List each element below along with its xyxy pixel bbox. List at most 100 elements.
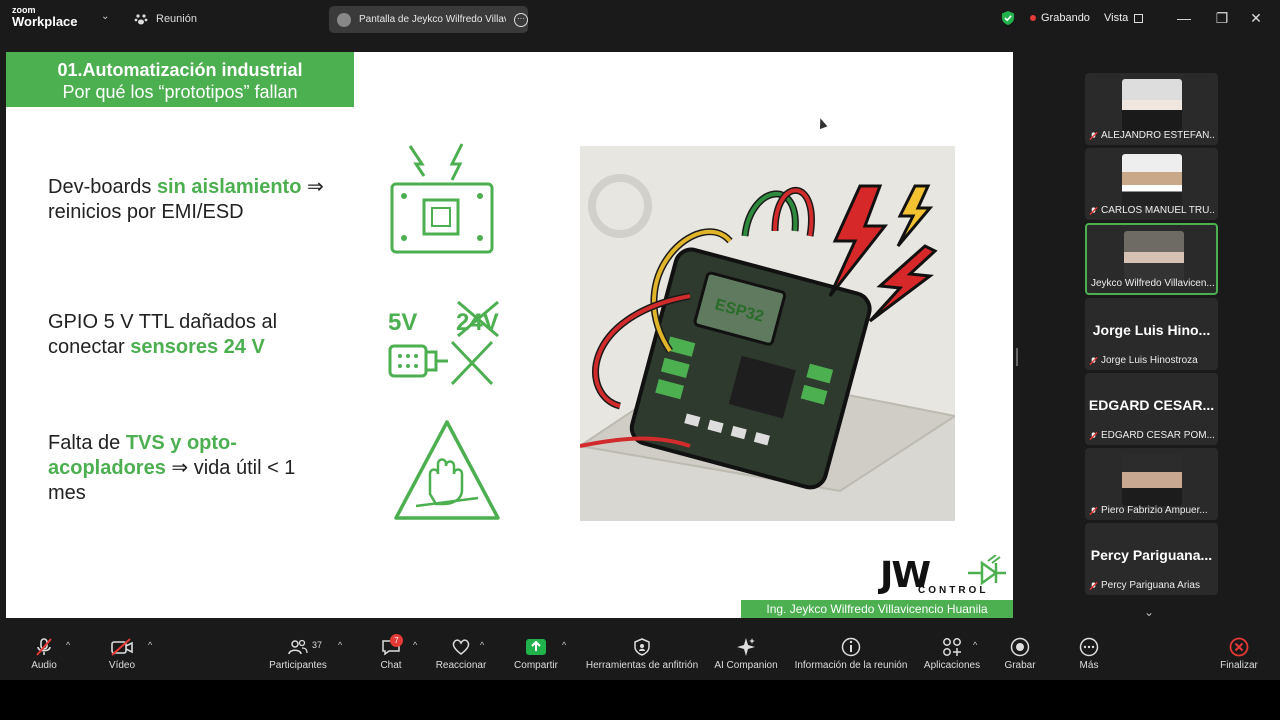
bullet-1-arrow: ⇒	[301, 176, 324, 198]
participant-name-text: ALEJANDRO ESTEFAN...	[1101, 130, 1215, 141]
mic-muted-icon	[1089, 356, 1098, 365]
meeting-info-label: Información de la reunión	[794, 660, 908, 671]
logo-workplace-text: Workplace	[12, 14, 78, 29]
meeting-info-button[interactable]: Información de la reunión	[790, 636, 912, 671]
chevron-down-icon[interactable]: ⌄	[1144, 605, 1154, 619]
recording-dot-icon	[1030, 15, 1036, 21]
mic-muted-icon	[1089, 206, 1098, 215]
record-button[interactable]: Grabar	[1002, 636, 1038, 671]
more-label: Más	[1079, 660, 1099, 671]
more-icon	[1079, 637, 1099, 657]
end-meeting-label: Finalizar	[1220, 660, 1258, 671]
video-label: Vídeo	[108, 660, 136, 671]
participant-name: Jeykco Wilfredo Villavicen...	[1091, 278, 1216, 289]
participant-display-name: Percy Pariguana...	[1090, 547, 1213, 563]
participant-display-name: EDGARD CESAR...	[1088, 397, 1215, 413]
share-screen-button[interactable]: Compartir	[510, 636, 562, 671]
participant-name-text: Piero Fabrizio Ampuer...	[1101, 505, 1208, 516]
participant-tile-active-speaker[interactable]: Jeykco Wilfredo Villavicen...	[1085, 223, 1218, 295]
host-tools-label: Herramientas de anfitrión	[585, 660, 699, 671]
participant-tile[interactable]: Jorge Luis Hino... Jorge Luis Hinostroza	[1085, 298, 1218, 370]
ai-companion-label: AI Companion	[714, 660, 778, 671]
panel-resize-handle[interactable]	[1016, 348, 1018, 366]
bullet-2-text: conectar	[48, 336, 131, 358]
slide-title: 01.Automatización industrial	[57, 60, 303, 80]
meeting-menu[interactable]: Reunión	[134, 12, 197, 26]
participants-label: Participantes	[269, 660, 327, 671]
record-icon	[1010, 637, 1030, 657]
presenter-avatar	[337, 12, 351, 27]
bullet-2: GPIO 5 V TTL dañados al conectar sensore…	[48, 310, 277, 360]
author-banner: Ing. Jeykco Wilfredo Villavicencio Huani…	[741, 600, 1013, 618]
participants-count: 37	[312, 640, 323, 650]
bullet-3-line3: mes	[48, 482, 86, 504]
bullet-1: Dev-boards sin aislamiento ⇒ reinicios p…	[48, 175, 324, 225]
mic-muted-icon	[36, 638, 52, 656]
chevron-down-icon[interactable]: ⌄	[101, 11, 109, 22]
taskbar-area	[0, 680, 1280, 720]
end-meeting-button[interactable]: Finalizar	[1216, 636, 1262, 671]
chat-unread-badge: 7	[390, 634, 403, 647]
restore-button[interactable]: ❐	[1212, 8, 1232, 28]
esd-warning-icon	[394, 420, 500, 520]
shared-slide: 01.Automatización industrial Por qué los…	[6, 52, 1013, 618]
share-tab-label: Pantalla de Jeykco Wilfredo Villav	[359, 14, 506, 25]
slide-title-box: 01.Automatización industrial Por qué los…	[6, 52, 354, 107]
view-button[interactable]: Vista	[1104, 12, 1144, 24]
video-options-caret[interactable]: ^	[148, 640, 152, 650]
bullet-1-line2: reinicios por EMI/ESD	[48, 201, 244, 223]
participant-tile[interactable]: EDGARD CESAR... EDGARD CESAR POM...	[1085, 373, 1218, 445]
recording-indicator[interactable]: Grabando	[1030, 12, 1090, 24]
grid-view-icon	[1134, 13, 1144, 23]
view-label: Vista	[1104, 12, 1129, 24]
minimize-button[interactable]: —	[1174, 8, 1194, 28]
bullet-3-text: Falta de	[48, 432, 126, 454]
video-feed	[1124, 231, 1184, 283]
react-options-caret[interactable]: ^	[480, 640, 484, 650]
bullet-1-highlight: sin aislamiento	[156, 176, 302, 198]
jw-control-logo: JW CONTROL	[880, 555, 1006, 596]
participant-name: ALEJANDRO ESTEFAN...	[1089, 130, 1215, 141]
host-tools-button[interactable]: Herramientas de anfitrión	[582, 636, 702, 671]
title-bar: zoom Workplace ⌄ Reunión Pantalla de Jey…	[0, 0, 1280, 38]
close-button[interactable]: ✕	[1246, 8, 1266, 28]
brand-control: CONTROL	[918, 585, 989, 596]
share-options-caret[interactable]: ^	[562, 640, 566, 650]
apps-label: Aplicaciones	[923, 660, 981, 671]
participant-name-text: Jeykco Wilfredo Villavicen...	[1091, 278, 1215, 289]
participant-display-name: Jorge Luis Hino...	[1092, 322, 1211, 338]
video-button[interactable]: Vídeo	[104, 636, 140, 671]
participant-name-text: Jorge Luis Hinostroza	[1101, 355, 1198, 366]
shield-check-icon[interactable]	[1001, 10, 1015, 26]
participant-name-text: CARLOS MANUEL TRU...	[1101, 205, 1215, 216]
bullet-2-line1: GPIO 5 V TTL dañados al	[48, 311, 278, 333]
more-options-icon[interactable]: ···	[514, 12, 528, 27]
mic-muted-icon	[1089, 431, 1098, 440]
participant-name: Piero Fabrizio Ampuer...	[1089, 505, 1215, 516]
apps-options-caret[interactable]: ^	[973, 640, 977, 650]
ai-companion-button[interactable]: AI Companion	[712, 636, 780, 671]
screen-share-tab[interactable]: Pantalla de Jeykco Wilfredo Villav ···	[329, 6, 528, 33]
audio-button[interactable]: Audio	[26, 636, 62, 671]
recording-label: Grabando	[1041, 12, 1090, 24]
circuit-board-lightning-icon	[390, 143, 494, 254]
participant-tile[interactable]: ALEJANDRO ESTEFAN...	[1085, 73, 1218, 145]
video-feed	[1122, 454, 1182, 506]
more-button[interactable]: Más	[1072, 636, 1106, 671]
participant-tile[interactable]: CARLOS MANUEL TRU...	[1085, 148, 1218, 220]
bullet-3-highlight-1: TVS y opto-	[125, 432, 237, 454]
participant-tile[interactable]: Percy Pariguana... Percy Pariguana Arias	[1085, 523, 1218, 595]
audio-options-caret[interactable]: ^	[66, 640, 70, 650]
share-label: Compartir	[514, 660, 558, 671]
participants-button[interactable]: 37 Participantes	[266, 636, 330, 671]
participant-name: Jorge Luis Hinostroza	[1089, 355, 1215, 366]
mic-muted-icon	[1089, 506, 1098, 515]
esp32-illustration: ESP32	[580, 146, 955, 521]
participant-tile[interactable]: Piero Fabrizio Ampuer...	[1085, 448, 1218, 520]
chat-options-caret[interactable]: ^	[413, 640, 417, 650]
participants-options-caret[interactable]: ^	[338, 640, 342, 650]
react-label: Reaccionar	[435, 660, 487, 671]
bullet-1-text: Dev-boards	[48, 176, 157, 198]
mic-muted-icon	[1089, 131, 1098, 140]
chat-button[interactable]: 7 Chat	[376, 634, 406, 671]
